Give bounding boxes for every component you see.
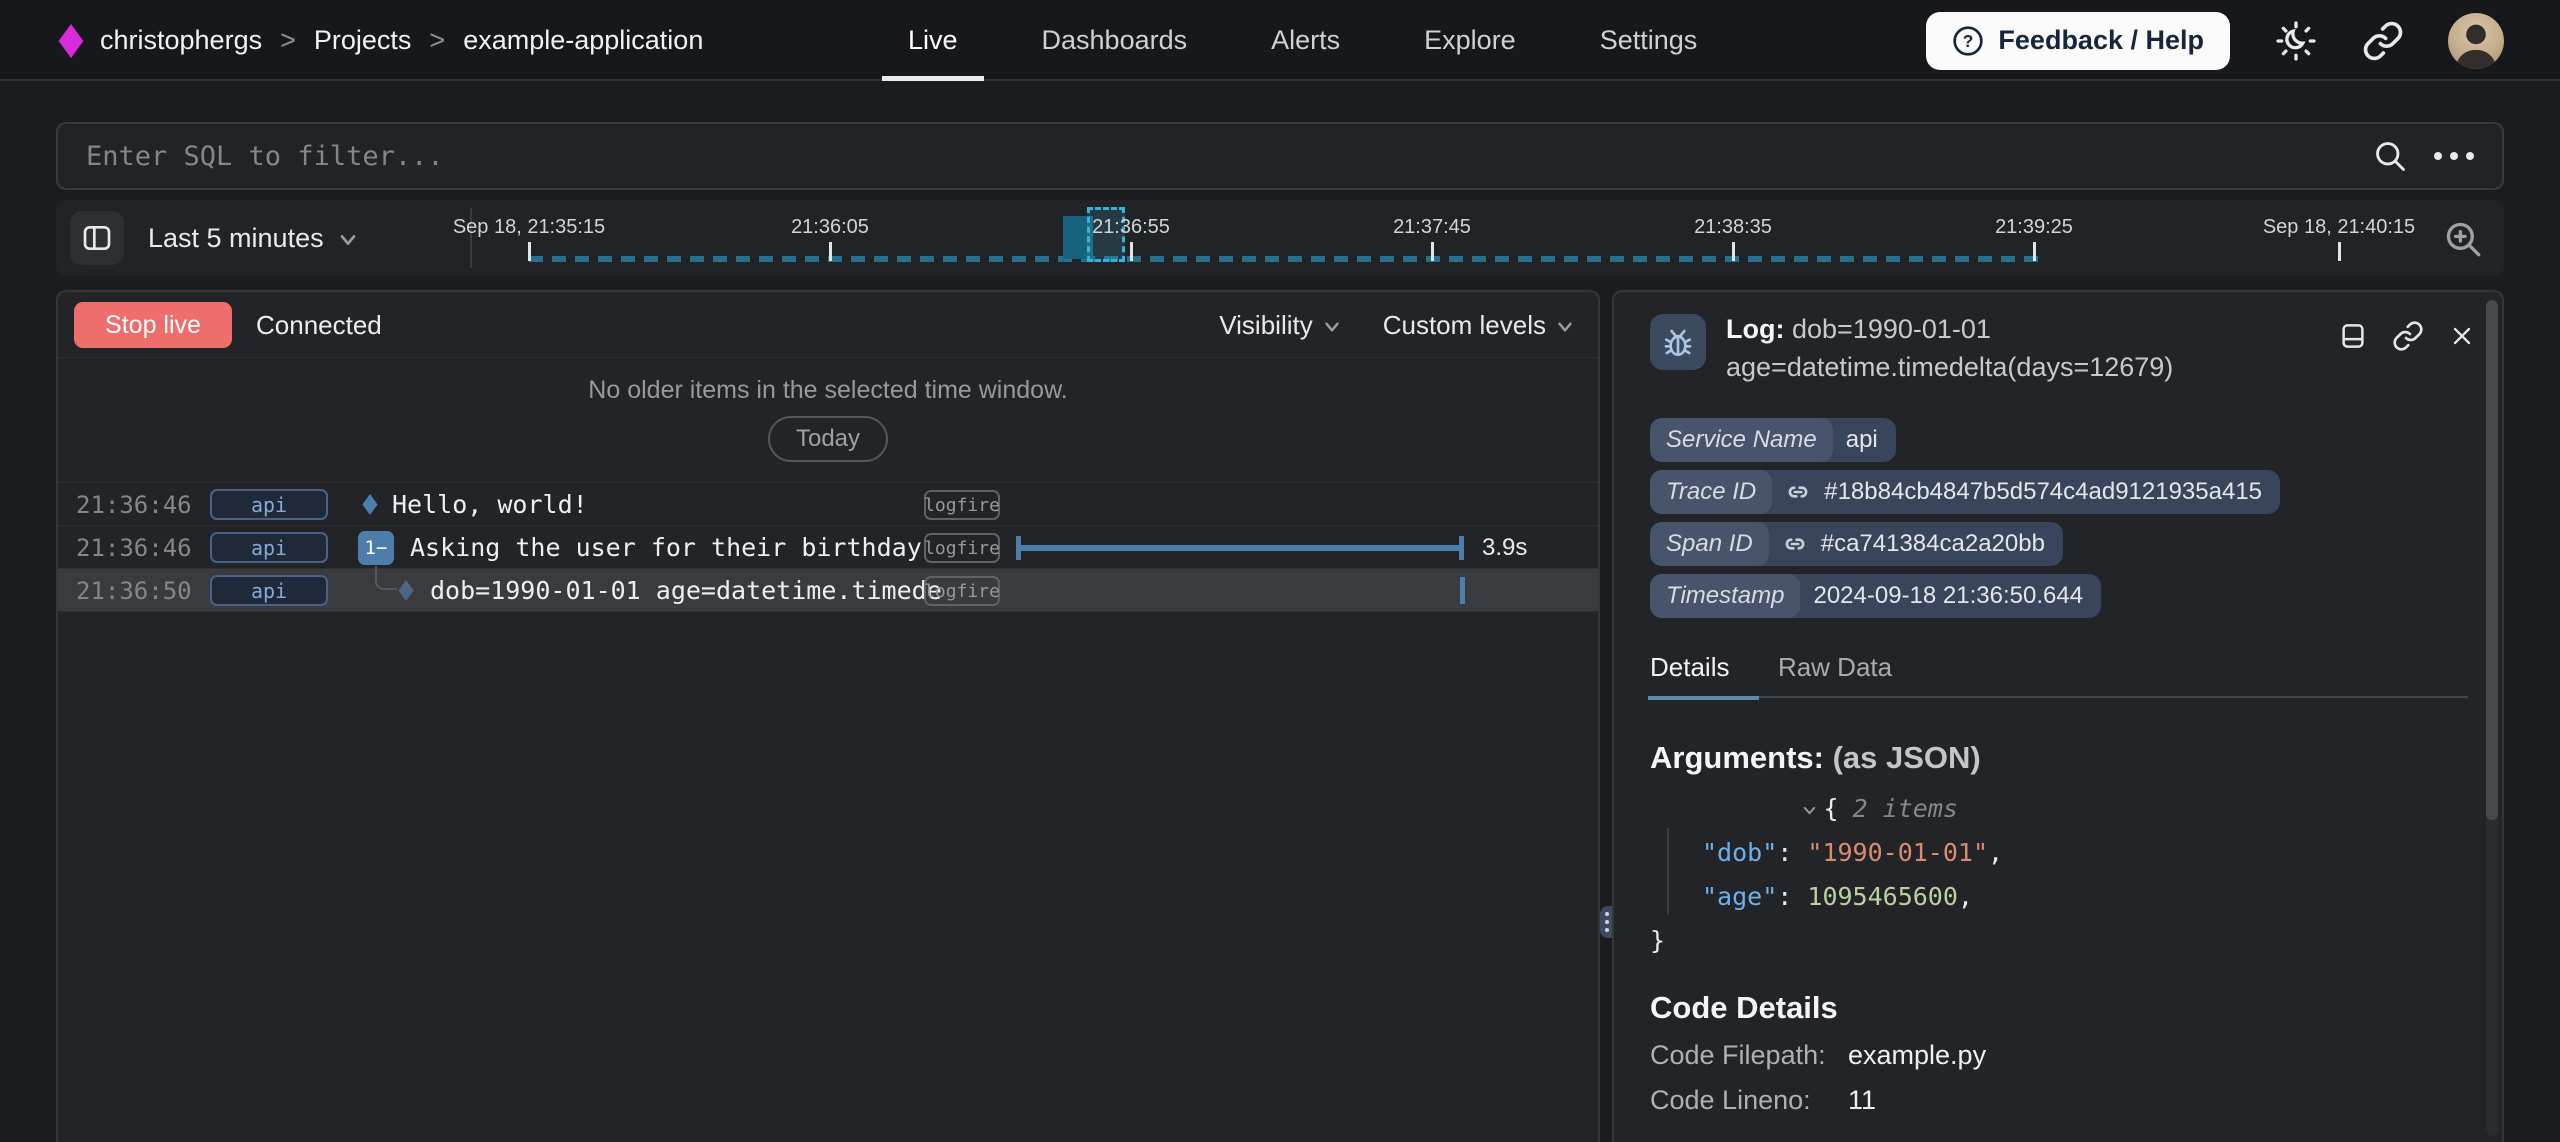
service-badge[interactable]: api bbox=[210, 532, 328, 563]
user-avatar[interactable] bbox=[2448, 13, 2504, 69]
service-badge[interactable]: api bbox=[210, 575, 328, 606]
log-message: dob=1990-01-01 age=datetime.timede bbox=[430, 569, 942, 612]
tab-alerts[interactable]: Alerts bbox=[1271, 0, 1340, 81]
breadcrumb-separator: > bbox=[280, 25, 296, 56]
nav-right: ? Feedback / Help bbox=[1926, 0, 2504, 81]
live-panel-header: Stop live Connected Visibility Custom le… bbox=[58, 292, 1598, 358]
live-logs-panel: Stop live Connected Visibility Custom le… bbox=[56, 290, 1600, 1142]
copy-link-icon[interactable] bbox=[2392, 320, 2424, 352]
logfire-tag[interactable]: logfire bbox=[924, 490, 1000, 520]
chevron-down-icon bbox=[336, 228, 360, 252]
custom-levels-dropdown[interactable]: Custom levels bbox=[1383, 310, 1576, 341]
breadcrumb-separator: > bbox=[429, 25, 445, 56]
breadcrumb-projects[interactable]: Projects bbox=[314, 25, 412, 56]
items-count: 2 items bbox=[1853, 794, 1958, 823]
attribute-span-id[interactable]: Span ID #ca741384ca2a20bb bbox=[1650, 522, 2063, 566]
search-icon[interactable] bbox=[2372, 138, 2408, 174]
detail-tabs: Details Raw Data bbox=[1650, 652, 2468, 698]
log-diamond-icon bbox=[398, 580, 414, 606]
empty-message: No older items in the selected time wind… bbox=[58, 376, 1598, 405]
timeline-activity-baseline bbox=[529, 256, 2045, 262]
tab-raw-data[interactable]: Raw Data bbox=[1778, 652, 1892, 698]
scrollbar-thumb[interactable] bbox=[2486, 300, 2498, 820]
tab-live[interactable]: Live bbox=[908, 0, 958, 81]
more-options-icon[interactable] bbox=[2434, 152, 2474, 160]
log-row[interactable]: 21:36:46 api 1− Asking the user for thei… bbox=[58, 525, 1598, 568]
scrollbar bbox=[2486, 300, 2498, 1136]
attribute-trace-id[interactable]: Trace ID #18b84cb4847b5d574c4ad9121935a4… bbox=[1650, 470, 2280, 514]
logfire-tag[interactable]: logfire bbox=[924, 576, 1000, 606]
log-diamond-icon bbox=[362, 494, 378, 520]
feedback-help-button[interactable]: ? Feedback / Help bbox=[1926, 12, 2230, 70]
tab-details[interactable]: Details bbox=[1650, 652, 1729, 698]
span-duration-bar bbox=[1016, 545, 1464, 551]
code-filepath-row: Code Filepath:example.py bbox=[1650, 1040, 1986, 1071]
tab-dashboards[interactable]: Dashboards bbox=[1042, 0, 1188, 81]
question-circle-icon: ? bbox=[1952, 25, 1984, 57]
chevron-down-icon bbox=[1321, 316, 1343, 338]
sidebar-toggle-button[interactable] bbox=[70, 211, 124, 265]
sql-filter-input[interactable] bbox=[58, 124, 2372, 188]
log-message: Asking the user for their birthday bbox=[410, 526, 922, 569]
attribute-timestamp: Timestamp 2024-09-18 21:36:50.644 bbox=[1650, 574, 2101, 618]
log-time: 21:36:46 bbox=[76, 483, 192, 526]
attribute-service-name: Service Name api bbox=[1650, 418, 1896, 462]
log-message: Hello, world! bbox=[392, 483, 588, 526]
log-time: 21:36:50 bbox=[76, 569, 192, 612]
sidebar-layout-icon bbox=[81, 222, 113, 254]
tree-connector bbox=[375, 566, 397, 590]
bug-icon bbox=[1650, 314, 1706, 370]
visibility-dropdown[interactable]: Visibility bbox=[1219, 310, 1342, 341]
collapse-children-badge[interactable]: 1− bbox=[358, 531, 394, 565]
tab-settings[interactable]: Settings bbox=[1600, 0, 1698, 81]
chevron-down-icon bbox=[1554, 316, 1576, 338]
code-details-heading: Code Details bbox=[1650, 990, 1838, 1026]
breadcrumb-project[interactable]: example-application bbox=[463, 25, 703, 56]
code-lineno-row: Code Lineno:11 bbox=[1650, 1085, 1876, 1116]
span-position-tick bbox=[1460, 577, 1465, 604]
log-time: 21:36:46 bbox=[76, 526, 192, 569]
breadcrumb: christophergs > Projects > example-appli… bbox=[100, 0, 703, 81]
tab-explore[interactable]: Explore bbox=[1424, 0, 1516, 81]
log-row[interactable]: 21:36:46 api Hello, world! logfire bbox=[58, 482, 1598, 525]
time-range-dropdown[interactable]: Last 5 minutes bbox=[148, 200, 360, 276]
stop-live-button[interactable]: Stop live bbox=[74, 302, 232, 348]
nav-tabs: Live Dashboards Alerts Explore Settings bbox=[908, 0, 1697, 81]
theme-toggle-icon[interactable] bbox=[2274, 19, 2318, 63]
svg-text:?: ? bbox=[1963, 31, 1974, 51]
close-icon[interactable] bbox=[2448, 322, 2476, 350]
split-view-icon[interactable] bbox=[2338, 321, 2368, 351]
today-button[interactable]: Today bbox=[768, 416, 888, 462]
top-nav: christophergs > Projects > example-appli… bbox=[0, 0, 2560, 81]
sql-filter-bar bbox=[56, 122, 2504, 190]
link-icon bbox=[1782, 531, 1808, 557]
share-link-icon[interactable] bbox=[2362, 20, 2404, 62]
service-badge[interactable]: api bbox=[210, 489, 328, 520]
span-duration-label: 3.9s bbox=[1482, 526, 1527, 569]
logfire-tag[interactable]: logfire bbox=[924, 533, 1000, 563]
log-details-panel: Log: dob=1990-01-01 age=datetime.timedel… bbox=[1612, 290, 2504, 1142]
timeline-bar: Last 5 minutes Sep 18, 21:35:15 21:36:05… bbox=[56, 200, 2504, 276]
zoom-in-icon[interactable] bbox=[2442, 218, 2484, 265]
breadcrumb-org[interactable]: christophergs bbox=[100, 25, 262, 56]
empty-state: No older items in the selected time wind… bbox=[58, 358, 1598, 482]
detail-title: Log: dob=1990-01-01 age=datetime.timedel… bbox=[1726, 310, 2342, 386]
log-row-selected[interactable]: 21:36:50 api dob=1990-01-01 age=datetime… bbox=[58, 568, 1598, 611]
connection-status: Connected bbox=[256, 292, 382, 358]
logfire-logo-icon[interactable] bbox=[58, 24, 84, 63]
link-icon bbox=[1785, 479, 1811, 505]
log-rows: 21:36:46 api Hello, world! logfire 21:36… bbox=[58, 482, 1598, 612]
logfire-app: christophergs > Projects > example-appli… bbox=[0, 0, 2560, 1142]
